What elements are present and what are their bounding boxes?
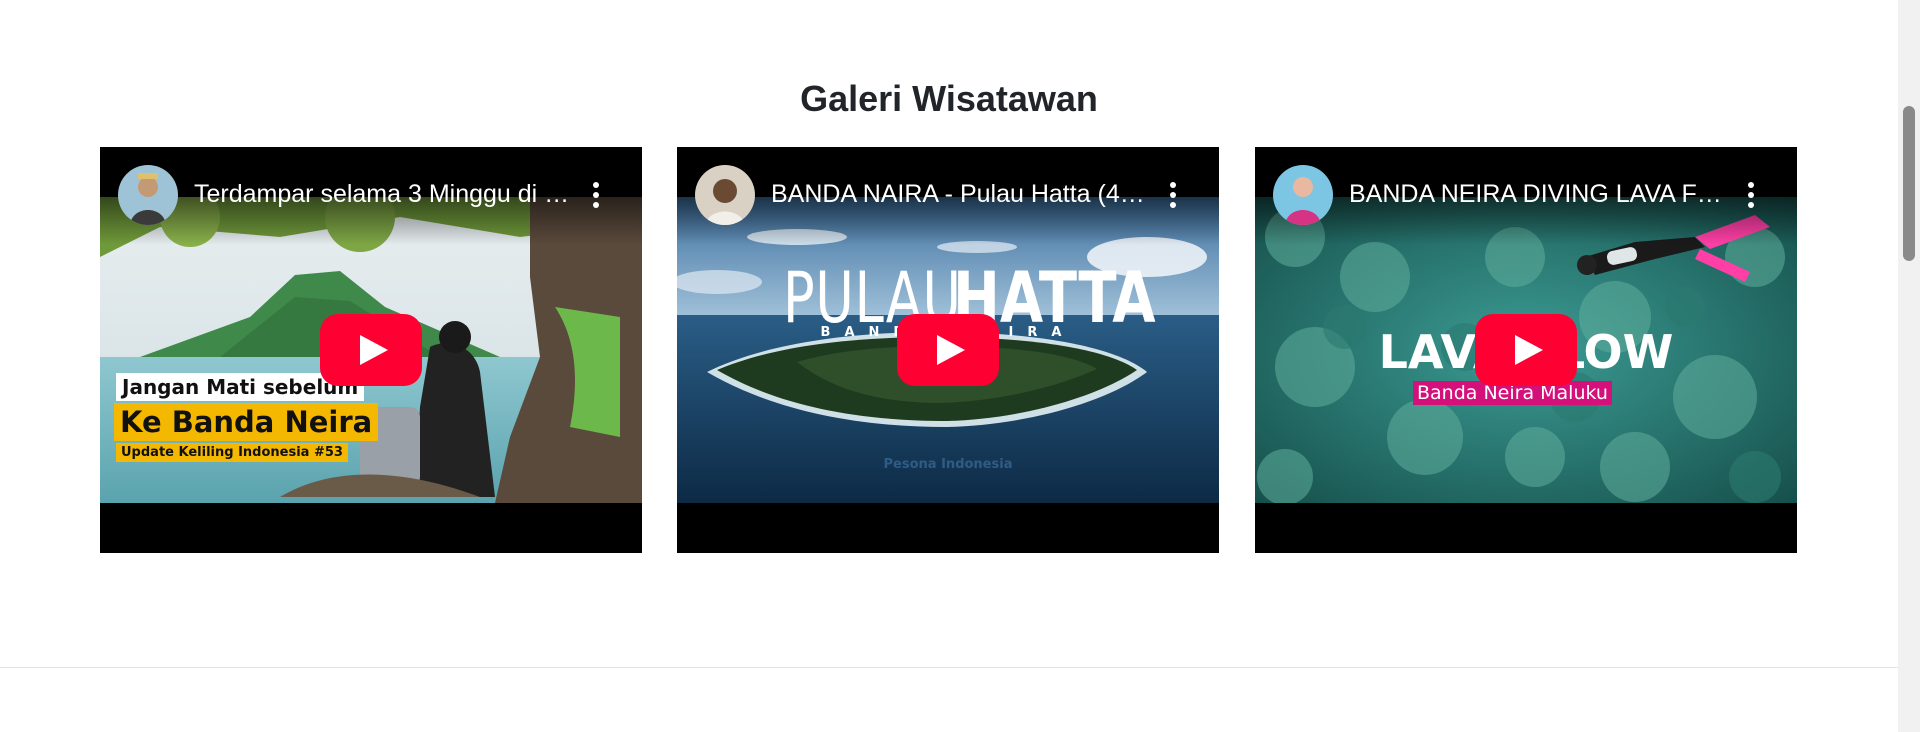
youtube-play-icon[interactable] xyxy=(1475,314,1577,386)
section-divider xyxy=(0,667,1898,668)
thumb-line-3: Update Keliling Indonesia #53 xyxy=(116,443,348,462)
more-vertical-icon[interactable] xyxy=(1167,175,1179,215)
channel-avatar[interactable] xyxy=(1273,165,1333,225)
more-vertical-icon[interactable] xyxy=(590,175,602,215)
video-embed-2[interactable]: PULAU HATTA BANDA NEIRA Pesona Indonesia… xyxy=(677,147,1219,553)
scrollbar-thumb[interactable] xyxy=(1903,106,1915,261)
page: Galeri Wisatawan Jangan Mati sebelum Ke … xyxy=(0,0,1898,732)
page-scrollbar[interactable] xyxy=(1898,0,1920,732)
channel-avatar[interactable] xyxy=(118,165,178,225)
youtube-play-icon[interactable] xyxy=(897,314,999,386)
video-title[interactable]: BANDA NEIRA DIVING LAVA FLOW xyxy=(1349,180,1729,209)
video-title[interactable]: Terdampar selama 3 Minggu di Banda Neira xyxy=(194,180,574,209)
video-embed-1[interactable]: Jangan Mati sebelum Ke Banda Neira Updat… xyxy=(100,147,642,553)
video-embed-3[interactable]: LAVA FLOW Banda Neira Maluku BANDA NEIRA… xyxy=(1255,147,1797,553)
video-title[interactable]: BANDA NAIRA - Pulau Hatta (4K Drone) xyxy=(771,180,1151,209)
thumb-watermark: Pesona Indonesia xyxy=(883,457,1013,472)
channel-avatar[interactable] xyxy=(695,165,755,225)
more-vertical-icon[interactable] xyxy=(1745,175,1757,215)
section-title: Galeri Wisatawan xyxy=(800,78,1098,119)
youtube-play-icon[interactable] xyxy=(320,314,422,386)
thumb-line-2: Ke Banda Neira xyxy=(114,403,379,441)
